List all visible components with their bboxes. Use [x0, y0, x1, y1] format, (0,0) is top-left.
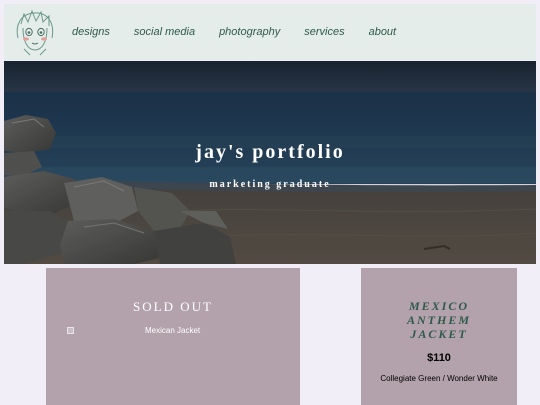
page: designs social media photography service…: [0, 0, 540, 405]
top-nav: designs social media photography service…: [4, 4, 536, 60]
nav-link-services[interactable]: services: [304, 26, 344, 38]
product-card-sold-out[interactable]: SOLD OUT Mexican Jacket: [46, 268, 300, 405]
nav-link-about[interactable]: about: [369, 26, 397, 38]
product-image-alt: Mexican Jacket: [145, 326, 201, 335]
nav-link-social-media[interactable]: social media: [134, 26, 195, 38]
anime-portrait-logo-icon[interactable]: [12, 8, 58, 56]
hero-banner: jay's portfolio marketing graduate: [4, 61, 536, 264]
product-title-line-3: JACKET: [410, 327, 468, 341]
product-title-line-2: ANTHEM: [406, 313, 471, 327]
hero-subtitle: marketing graduate: [209, 179, 331, 190]
product-color: Collegiate Green / Wonder White: [380, 374, 498, 383]
product-title-line-1: MEXICO: [408, 299, 470, 313]
product-title: MEXICO ANTHEM JACKET: [361, 299, 517, 341]
product-price: $110: [427, 352, 451, 364]
nav-link-designs[interactable]: designs: [72, 26, 110, 38]
product-card-mexico-jacket[interactable]: MEXICO ANTHEM JACKET $110 Collegiate Gre…: [361, 268, 517, 405]
broken-image-icon: [67, 327, 74, 334]
nav-link-photography[interactable]: photography: [219, 26, 280, 38]
sold-out-badge: SOLD OUT: [133, 299, 213, 314]
hero-title: jay's portfolio: [195, 141, 345, 163]
product-image[interactable]: Mexican Jacket: [67, 326, 200, 335]
